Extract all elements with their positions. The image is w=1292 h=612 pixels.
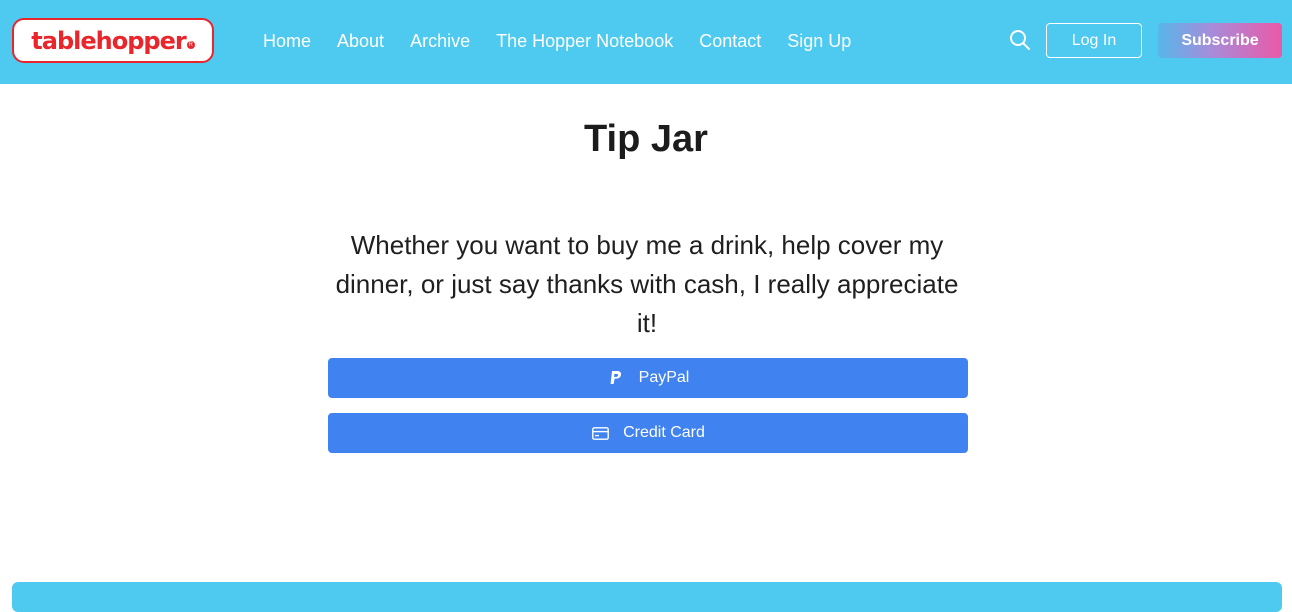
page-title: Tip Jar xyxy=(584,118,708,160)
main-nav: Home About Archive The Hopper Notebook C… xyxy=(250,29,864,53)
intro-text: Whether you want to buy me a drink, help… xyxy=(335,230,959,338)
nav-contact[interactable]: Contact xyxy=(699,31,761,52)
tablehopper-logo[interactable]: tablehopper R xyxy=(12,18,214,63)
nav-sign-up[interactable]: Sign Up xyxy=(787,31,851,52)
subscribe-button[interactable]: Subscribe xyxy=(1158,23,1282,58)
search-icon[interactable] xyxy=(1009,29,1031,51)
site-header: tablehopper R Home About Archive The Hop… xyxy=(0,0,1292,84)
credit-card-label: Credit Card xyxy=(623,424,705,441)
footer-bar xyxy=(12,582,1282,612)
nav-about[interactable]: About xyxy=(337,31,384,52)
log-in-button[interactable]: Log In xyxy=(1046,23,1142,58)
paypal-button[interactable]: PayPal xyxy=(328,358,968,398)
nav-hopper-notebook[interactable]: The Hopper Notebook xyxy=(496,31,673,52)
paypal-icon xyxy=(607,369,625,387)
nav-archive[interactable]: Archive xyxy=(410,31,470,52)
credit-card-button[interactable]: Credit Card xyxy=(328,413,968,453)
nav-home[interactable]: Home xyxy=(263,31,311,52)
credit-card-icon xyxy=(591,424,609,442)
logo-text: tablehopper xyxy=(31,26,186,55)
registered-mark-icon: R xyxy=(186,41,195,49)
paypal-label: PayPal xyxy=(638,369,690,386)
